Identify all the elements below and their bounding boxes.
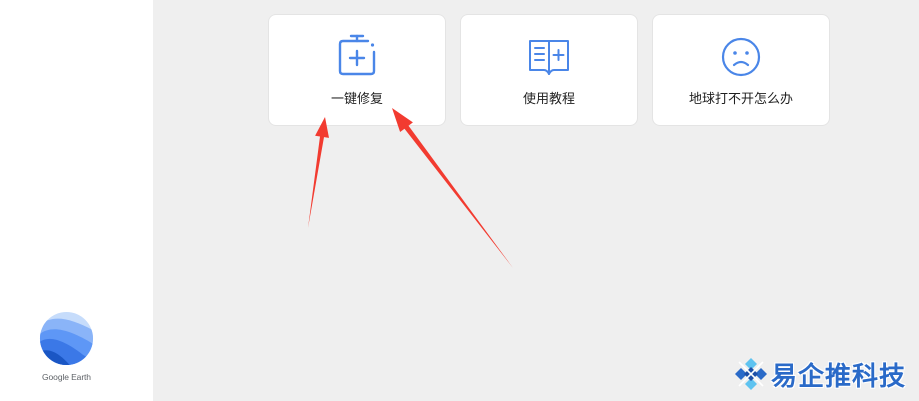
action-cards: 一键修复 使用教程 地球打不开怎么办 xyxy=(268,14,830,126)
watermark-text: 易企推科技 xyxy=(771,361,907,392)
tutorial-label: 使用教程 xyxy=(522,92,575,107)
earth-wont-open-label: 地球打不开怎么办 xyxy=(688,92,793,107)
sad-face-icon xyxy=(718,32,764,78)
one-click-repair-card[interactable]: 一键修复 xyxy=(268,14,446,126)
repair-kit-icon xyxy=(334,32,380,78)
book-icon xyxy=(526,32,572,78)
tutorial-card[interactable]: 使用教程 xyxy=(460,14,638,126)
one-click-repair-label: 一键修复 xyxy=(330,92,383,107)
earth-wont-open-card[interactable]: 地球打不开怎么办 xyxy=(652,14,830,126)
watermark: 易企推科技 xyxy=(733,354,906,394)
google-earth-label: Google Earth xyxy=(42,372,91,382)
google-earth-logo xyxy=(39,311,94,366)
company-logo xyxy=(735,358,767,390)
sidebar: Google Earth xyxy=(0,0,153,401)
